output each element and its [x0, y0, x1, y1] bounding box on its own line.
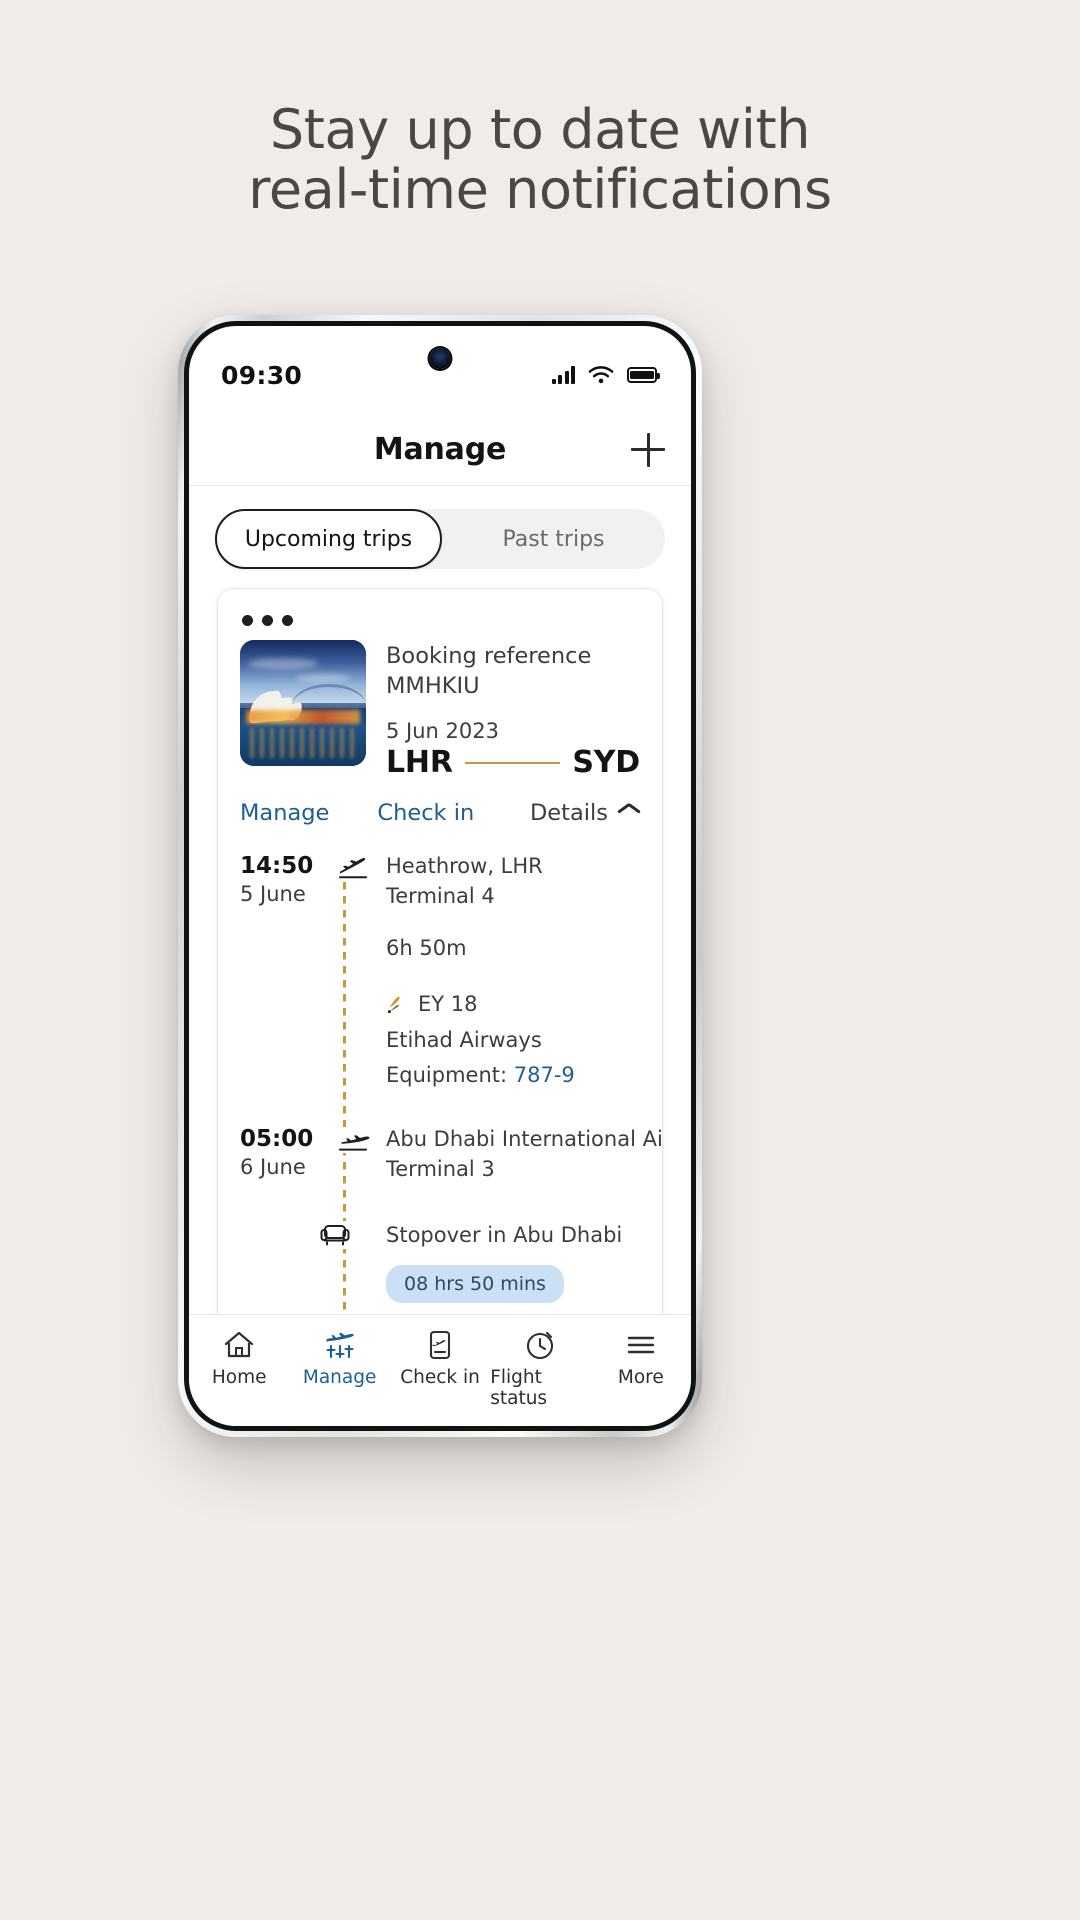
tab-upcoming-trips[interactable]: Upcoming trips [215, 509, 442, 569]
cellular-signal-icon [551, 366, 575, 384]
page-title: Stay up to date with real-time notificat… [0, 98, 1080, 222]
itinerary-segment-arrival: 05:00 6 June Abu Dhabi International Air… [240, 1125, 663, 1185]
bottom-navigation: Home Manage Check in Flight status More [189, 1314, 691, 1426]
trip-route: LHR SYD [386, 745, 640, 780]
battery-full-icon [627, 367, 660, 383]
phone-bezel: 09:30 Manage Upcoming trips Past trips B… [184, 321, 696, 1431]
nav-item-home[interactable]: Home [189, 1329, 289, 1388]
segment-terminal: Terminal 3 [386, 1157, 495, 1182]
manage-link[interactable]: Manage [240, 800, 329, 826]
destination-code: SYD [572, 745, 640, 781]
itinerary-segment-departure: 14:50 5 June Heathrow, LHR Terminal 4 6h… [240, 852, 640, 1091]
front-camera-icon [429, 348, 451, 369]
home-icon [225, 1331, 254, 1358]
manage-plane-icon [325, 1332, 354, 1359]
flight-takeoff-icon [330, 852, 378, 1091]
trip-card-header: Booking reference MMHKIU 5 Jun 2023 LHR … [240, 640, 640, 780]
trip-card-actions: Manage Check in Details [240, 800, 640, 826]
segment-duration: 6h 50m [386, 936, 467, 960]
equipment-value[interactable]: 787-9 [514, 1063, 575, 1087]
headline-line-1: Stay up to date with [269, 98, 811, 161]
trip-date: 5 Jun 2023 [386, 719, 499, 744]
hamburger-menu-icon [627, 1336, 655, 1354]
nav-label: Home [211, 1367, 267, 1388]
lounge-seat-icon [240, 1220, 378, 1249]
trips-tab-group: Upcoming trips Past trips [215, 509, 665, 569]
check-in-link[interactable]: Check in [377, 800, 474, 826]
nav-label: More [617, 1367, 664, 1388]
nav-item-manage[interactable]: Manage [289, 1329, 389, 1388]
segment-date: 6 June [240, 1155, 306, 1179]
equipment-row: Equipment: 787-9 [386, 1061, 640, 1091]
nav-item-check-in[interactable]: Check in [390, 1329, 490, 1388]
chevron-up-icon [618, 807, 640, 819]
phone-screen: 09:30 Manage Upcoming trips Past trips B… [189, 326, 691, 1426]
stopover-label: Stopover in Abu Dhabi [386, 1222, 623, 1247]
segment-time: 05:00 [240, 1126, 314, 1153]
flight-number-row: EY 18 [386, 990, 640, 1020]
flight-landing-icon [330, 1125, 378, 1185]
segment-time: 14:50 [240, 853, 314, 880]
sydney-opera-house-image [240, 640, 366, 766]
details-label: Details [529, 800, 608, 827]
flight-number: EY 18 [418, 991, 478, 1016]
more-dots-icon[interactable] [242, 615, 640, 626]
equipment-label: Equipment: [386, 1063, 514, 1088]
details-toggle[interactable]: Details [530, 800, 640, 826]
segment-place: Abu Dhabi International Airport, AUH [386, 1127, 663, 1152]
itinerary: 14:50 5 June Heathrow, LHR Terminal 4 6h… [240, 852, 663, 1347]
trip-card[interactable]: Booking reference MMHKIU 5 Jun 2023 LHR … [217, 588, 663, 1348]
stopover-duration-badge: 08 hrs 50 mins [386, 1264, 564, 1303]
nav-item-more[interactable]: More [591, 1329, 691, 1388]
nav-item-flight-status[interactable]: Flight status [490, 1329, 590, 1409]
booking-reference-value: MMHKIU [386, 672, 480, 699]
segment-place: Heathrow, LHR [386, 854, 543, 879]
nav-label: Check in [400, 1367, 480, 1388]
clock-icon [527, 1331, 554, 1360]
stopover-row: Stopover in Abu Dhabi 08 hrs 50 mins [240, 1220, 640, 1303]
plus-icon[interactable] [631, 432, 665, 467]
origin-code: LHR [386, 745, 453, 781]
status-time: 09:30 [221, 360, 303, 390]
segment-terminal: Terminal 4 [386, 884, 495, 909]
wifi-icon [588, 365, 614, 383]
app-header: Manage [189, 414, 691, 486]
airline-name: Etihad Airways [386, 1027, 542, 1052]
nav-label: Manage [302, 1367, 377, 1388]
tab-past-trips[interactable]: Past trips [442, 509, 665, 569]
nav-label: Flight status [490, 1367, 548, 1409]
headline-line-2: real-time notifications [248, 158, 832, 222]
boarding-pass-icon [429, 1330, 451, 1360]
status-icons [551, 365, 660, 385]
route-connector-line [464, 761, 561, 764]
etihad-logo-icon [387, 996, 400, 1013]
booking-reference-label: Booking reference [386, 643, 592, 669]
phone-mockup: 09:30 Manage Upcoming trips Past trips B… [178, 315, 702, 1437]
segment-date: 5 June [240, 882, 306, 907]
screen-title: Manage [373, 432, 507, 467]
